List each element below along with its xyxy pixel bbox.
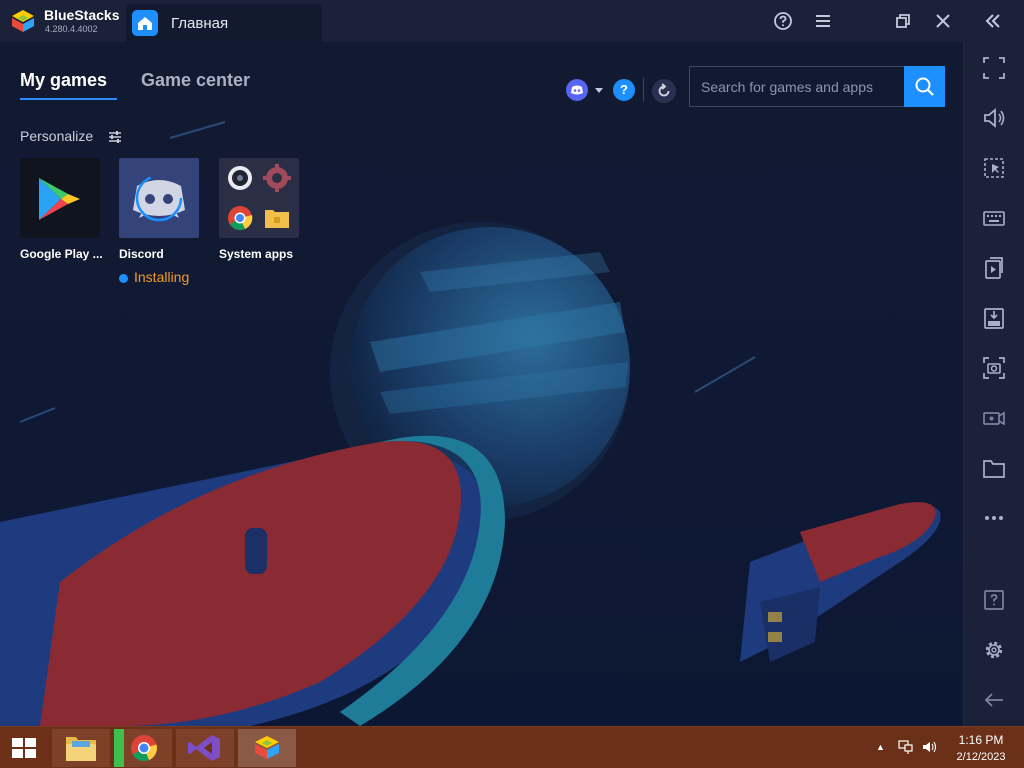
install-apk-button[interactable]	[981, 305, 1007, 331]
bluestacks-icon	[255, 736, 279, 759]
clock-date[interactable]: 2/12/2023	[951, 751, 1011, 763]
clock-time[interactable]: 1:16 PM	[955, 733, 1007, 747]
double-chevron-left-icon	[985, 14, 1000, 28]
taskbar-file-explorer[interactable]	[52, 729, 110, 767]
taskbar-chrome[interactable]	[114, 729, 172, 767]
apk-icon	[984, 308, 1004, 329]
menu-button[interactable]	[810, 8, 836, 34]
volume-tray-icon[interactable]	[921, 739, 937, 755]
discord-icon	[119, 158, 199, 238]
help-icon	[984, 590, 1004, 610]
media-icon	[985, 257, 1003, 279]
volume-button[interactable]	[981, 105, 1007, 131]
selection-icon	[984, 158, 1004, 178]
install-status: Installing	[134, 269, 190, 285]
windows-taskbar: ▲ 1:16 PM 2/12/2023	[0, 726, 1024, 768]
screenshot-button[interactable]	[981, 355, 1007, 381]
status-dot	[119, 274, 128, 283]
selection-button[interactable]	[981, 155, 1007, 181]
more-button[interactable]	[981, 505, 1007, 531]
game-name: System apps	[219, 247, 294, 261]
fullscreen-icon	[983, 57, 1005, 79]
taskbar-visual-studio[interactable]	[176, 729, 234, 767]
fullscreen-button[interactable]	[981, 55, 1007, 81]
back-icon	[984, 693, 1003, 707]
home-icon	[132, 10, 158, 36]
tray-expand-icon[interactable]: ▲	[876, 742, 885, 752]
tool-sidebar	[963, 42, 1024, 726]
close-button[interactable]	[930, 8, 956, 34]
search-icon	[915, 77, 934, 96]
volume-icon	[984, 108, 1005, 128]
restore-window-icon	[896, 14, 910, 28]
close-icon	[936, 14, 950, 28]
refresh-icon	[658, 83, 670, 97]
help-side-button[interactable]	[981, 587, 1007, 613]
folder-icon	[983, 460, 1005, 478]
title-bar: BlueStacks 4.280.4.4002 Главная	[0, 0, 1024, 42]
sliders-icon[interactable]	[108, 131, 122, 143]
bluestacks-logo-icon	[12, 10, 34, 32]
search-input[interactable]	[690, 67, 904, 106]
keyboard-icon	[983, 211, 1005, 226]
bluestacks-window: BlueStacks 4.280.4.4002 Главная My games…	[0, 0, 1024, 768]
system-apps-icon	[219, 158, 299, 238]
game-name: Discord	[119, 247, 164, 261]
discord-menu-button[interactable]	[566, 78, 606, 102]
keyboard-controls-button[interactable]	[981, 205, 1007, 231]
restore-button[interactable]	[890, 8, 916, 34]
search-button[interactable]	[904, 66, 945, 107]
app-brand: BlueStacks 4.280.4.4002	[0, 0, 126, 42]
active-tab-indicator	[20, 98, 117, 100]
record-icon	[983, 411, 1005, 426]
app-name: BlueStacks	[44, 7, 120, 23]
question-circle-icon	[774, 12, 792, 30]
home-tab-label: Главная	[171, 15, 229, 32]
record-button[interactable]	[981, 405, 1007, 431]
settings-icon	[985, 641, 1003, 659]
windows-logo-icon	[12, 738, 36, 758]
settings-button[interactable]	[981, 637, 1007, 663]
screenshot-icon	[983, 357, 1005, 379]
visual-studio-icon	[188, 735, 220, 761]
taskbar-bluestacks[interactable]	[238, 729, 296, 767]
google-play-icon	[20, 158, 100, 238]
chrome-icon	[114, 729, 157, 767]
more-icon	[985, 516, 1003, 520]
discord-icon	[566, 79, 603, 101]
search-box	[689, 66, 945, 107]
collapse-sidebar-button[interactable]	[980, 8, 1006, 34]
file-explorer-icon	[66, 737, 96, 761]
help-circle-button[interactable]: ?	[613, 79, 635, 101]
home-screen: My games Game center ? Search for games …	[0, 42, 963, 726]
hamburger-menu-icon	[816, 15, 830, 27]
tab-home[interactable]: Главная	[126, 4, 322, 42]
personalize-label[interactable]: Personalize	[20, 128, 93, 144]
network-icon[interactable]	[898, 739, 914, 755]
back-button[interactable]	[981, 687, 1007, 713]
refresh-button[interactable]	[652, 79, 676, 103]
space-background-illustration	[0, 121, 941, 726]
help-button[interactable]	[770, 8, 796, 34]
tab-game-center[interactable]: Game center	[141, 70, 250, 91]
tab-my-games[interactable]: My games	[20, 70, 107, 91]
folder-button[interactable]	[981, 455, 1007, 481]
app-version: 4.280.4.4002	[45, 24, 98, 34]
start-button[interactable]	[10, 736, 38, 760]
divider	[643, 78, 644, 102]
game-name: Google Play ...	[20, 247, 103, 261]
media-manager-button[interactable]	[981, 255, 1007, 281]
